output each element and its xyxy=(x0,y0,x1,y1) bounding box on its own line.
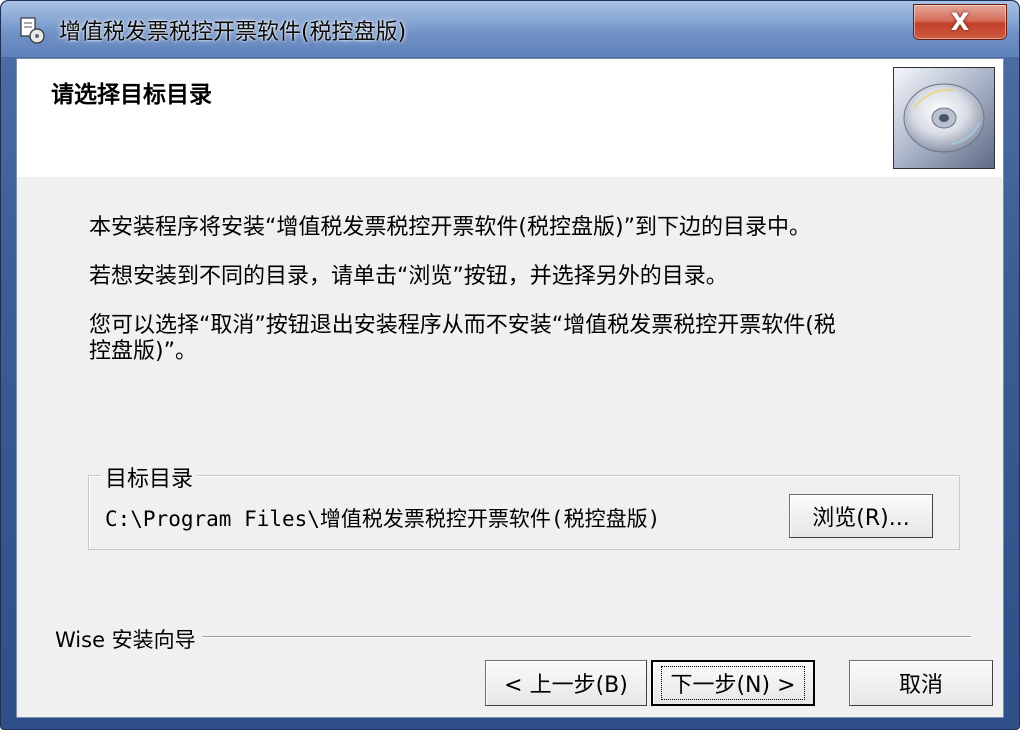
installer-app-icon xyxy=(20,17,45,44)
page-title: 请选择目标目录 xyxy=(51,82,212,108)
target-directory-label: 目标目录 xyxy=(101,461,198,493)
intro-text-line2: 若想安装到不同的目录，请单击“浏览”按钮，并选择另外的目录。 xyxy=(89,264,728,289)
installer-window: 增值税发票税控开票软件(税控盘版) X 请选择目标目录 本安装程序将安装“增值税… xyxy=(0,0,1020,730)
intro-text-line1: 本安装程序将安装“增值税发票税控开票软件(税控盘版)”到下边的目录中。 xyxy=(89,215,811,240)
target-path: C:\Program Files\增值税发票税控开票软件(税控盘版) xyxy=(105,507,661,531)
next-button-label: 下一步(N) > xyxy=(661,666,805,700)
intro-text-line3-cont: 控盘版)”。 xyxy=(89,339,197,364)
dialog-client-area: 请选择目标目录 本安装程序将安装“增值税发票税控开票软件(税控盘版)”到下边的目… xyxy=(16,58,1004,718)
back-button[interactable]: < 上一步(B) xyxy=(485,660,647,706)
next-button[interactable]: 下一步(N) > xyxy=(651,660,815,706)
browse-button[interactable]: 浏览(R)... xyxy=(789,494,933,538)
cancel-button[interactable]: 取消 xyxy=(849,660,993,706)
close-button[interactable]: X xyxy=(913,4,1007,40)
cd-disc-icon xyxy=(893,67,995,169)
title-bar[interactable]: 增值税发票税控开票软件(税控盘版) X xyxy=(1,1,1019,57)
intro-text-line3: 您可以选择“取消”按钮退出安装程序从而不安装“增值税发票税控开票软件(税 xyxy=(89,313,836,338)
header-band: 请选择目标目录 xyxy=(17,59,1003,177)
close-icon: X xyxy=(950,8,970,36)
window-title: 增值税发票税控开票软件(税控盘版) xyxy=(59,20,407,45)
wizard-brand-label: Wise 安装向导 xyxy=(55,624,202,654)
